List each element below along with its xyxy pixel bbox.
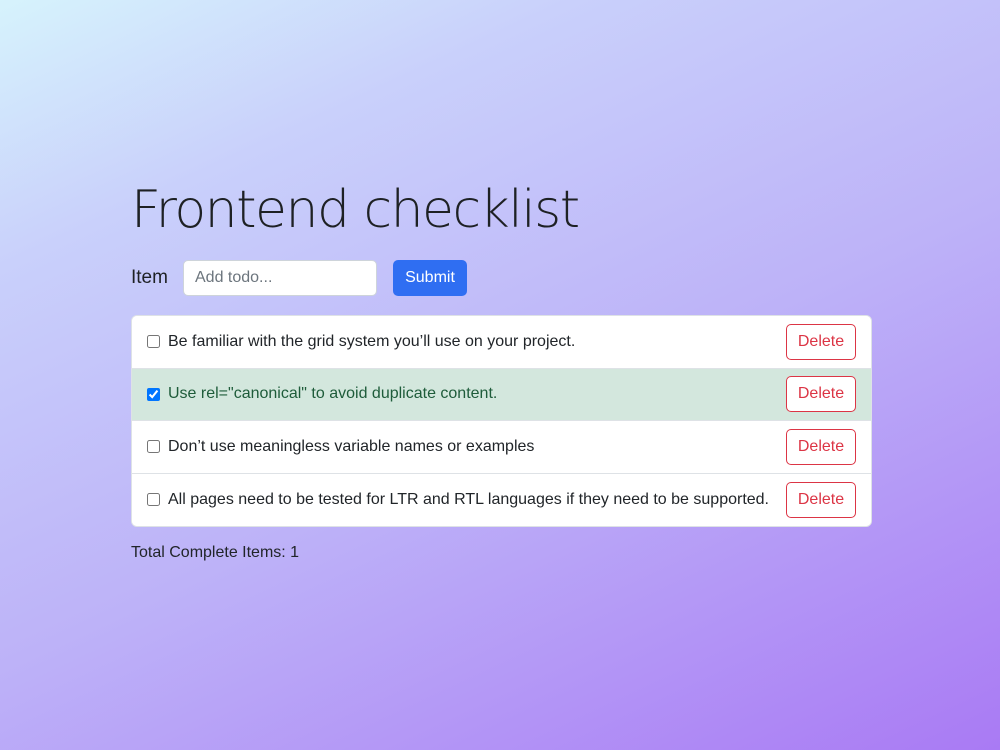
- todo-list: Be familiar with the grid system you’ll …: [131, 315, 872, 527]
- todo-item: Don’t use meaningless variable names or …: [132, 421, 871, 474]
- total-complete-count: 1: [290, 544, 300, 561]
- todo-text: Use rel="canonical" to avoid duplicate c…: [168, 385, 498, 403]
- todo-app: Frontend checklist Item Submit Be famili…: [131, 178, 872, 562]
- todo-text: Don’t use meaningless variable names or …: [168, 437, 535, 455]
- todo-item: All pages need to be tested for LTR and …: [132, 473, 871, 526]
- delete-button[interactable]: Delete: [786, 481, 856, 518]
- todo-checkbox[interactable]: [147, 493, 160, 507]
- add-todo-form: Item Submit: [131, 260, 872, 296]
- todo-checkbox[interactable]: [147, 440, 160, 454]
- submit-button[interactable]: Submit: [393, 260, 467, 296]
- total-complete-label: Total Complete Items:: [131, 544, 291, 561]
- todo-checkbox[interactable]: [147, 335, 160, 349]
- todo-input[interactable]: [183, 260, 377, 296]
- todo-item: Use rel="canonical" to avoid duplicate c…: [132, 368, 871, 421]
- delete-button[interactable]: Delete: [786, 428, 856, 465]
- todo-text: Be familiar with the grid system you’ll …: [168, 332, 576, 350]
- delete-button[interactable]: Delete: [786, 323, 856, 360]
- todo-checkbox[interactable]: [147, 387, 160, 401]
- todo-item: Be familiar with the grid system you’ll …: [132, 316, 871, 369]
- total-complete: Total Complete Items: 1: [131, 544, 872, 562]
- delete-button[interactable]: Delete: [786, 376, 856, 413]
- page-title: Frontend checklist: [131, 180, 580, 240]
- todo-text: All pages need to be tested for LTR and …: [168, 490, 769, 508]
- item-label: Item: [131, 267, 168, 288]
